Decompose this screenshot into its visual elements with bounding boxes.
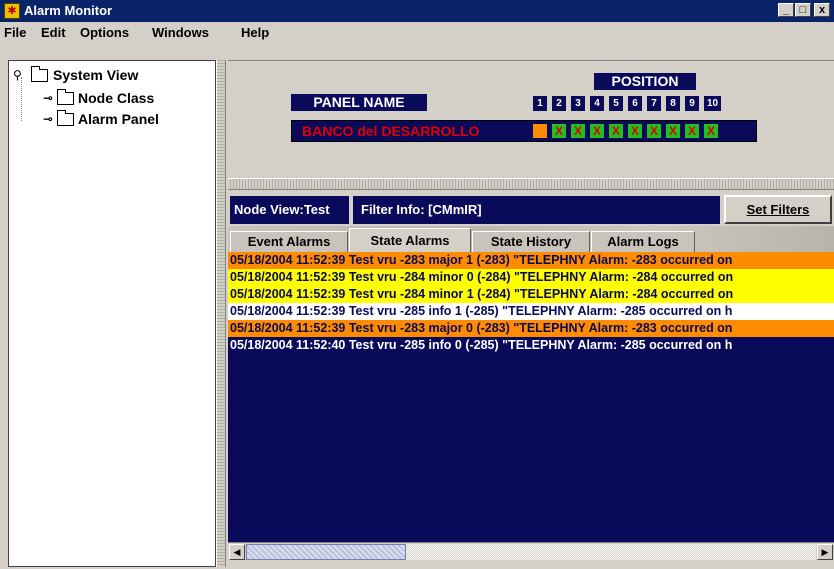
position-number: 10 xyxy=(704,96,721,111)
set-filters-label: Set Filters xyxy=(746,202,810,217)
alarm-panel-view: POSITION PANEL NAME 1 2 3 4 5 6 7 8 9 10 BANCO de… xyxy=(228,60,834,178)
horizontal-splitter[interactable] xyxy=(228,178,834,190)
position-number: 2 xyxy=(552,96,566,111)
tree-connector xyxy=(21,77,22,121)
set-filters-button[interactable]: Set Filters xyxy=(724,195,832,224)
close-button[interactable]: x xyxy=(814,3,830,17)
panel-slot[interactable]: X xyxy=(628,124,642,138)
menu-options[interactable]: Options xyxy=(80,25,129,40)
tree-collapsed-handle-icon[interactable]: ⊸ xyxy=(43,91,53,105)
position-number: 9 xyxy=(685,96,699,111)
panel-slot[interactable] xyxy=(533,124,547,138)
alarm-row[interactable]: 05/18/2004 11:52:39 Test vru -283 major … xyxy=(228,320,834,337)
minimize-button[interactable]: _ xyxy=(778,3,794,17)
position-number: 8 xyxy=(666,96,680,111)
scroll-thumb[interactable] xyxy=(246,544,406,560)
alarm-tabs: Event Alarms State Alarms State History … xyxy=(228,226,834,252)
tree-label: Alarm Panel xyxy=(78,111,159,127)
alarm-list[interactable]: 05/18/2004 11:52:39 Test vru -283 major … xyxy=(228,252,834,542)
vertical-splitter[interactable] xyxy=(216,60,226,567)
panel-slot[interactable]: X xyxy=(590,124,604,138)
panel-slot[interactable]: X xyxy=(685,124,699,138)
alarm-row[interactable]: 05/18/2004 11:52:39 Test vru -284 minor … xyxy=(228,269,834,286)
panel-name-label: PANEL NAME xyxy=(291,94,427,111)
title-bar: ✱ Alarm Monitor _ □ x xyxy=(0,0,834,22)
alarm-row[interactable]: 05/18/2004 11:52:39 Test vru -284 minor … xyxy=(228,286,834,303)
tree-collapsed-handle-icon[interactable]: ⊸ xyxy=(43,112,53,126)
position-number: 5 xyxy=(609,96,623,111)
system-tree[interactable]: ⚲ System View ⊸ Node Class ⊸ Alarm Panel xyxy=(8,60,216,567)
tab-state-history[interactable]: State History xyxy=(472,231,590,252)
app-icon[interactable]: ✱ xyxy=(4,3,20,19)
position-number: 6 xyxy=(628,96,642,111)
menu-edit[interactable]: Edit xyxy=(41,25,66,40)
tree-label: Node Class xyxy=(78,90,155,106)
folder-icon xyxy=(57,89,74,105)
position-label: POSITION xyxy=(594,73,696,90)
alarm-row[interactable]: 05/18/2004 11:52:40 Test vru -285 info 0… xyxy=(228,337,834,354)
panel-slot[interactable]: X xyxy=(647,124,661,138)
tab-event-alarms[interactable]: Event Alarms xyxy=(230,231,348,252)
panel-slot[interactable]: X xyxy=(609,124,623,138)
folder-icon xyxy=(31,66,48,82)
position-number: 7 xyxy=(647,96,661,111)
node-view-label: Node View:Test xyxy=(230,196,349,224)
alarm-row[interactable]: 05/18/2004 11:52:39 Test vru -285 info 1… xyxy=(228,303,834,320)
position-number: 3 xyxy=(571,96,585,111)
menu-bar: File Edit Options Windows Help xyxy=(0,22,834,42)
scroll-track[interactable] xyxy=(246,544,816,560)
folder-icon xyxy=(57,110,74,126)
panel-row[interactable]: BANCO del DESARROLLO XXXXXXXXX xyxy=(291,120,757,142)
scroll-left-icon[interactable]: ◀ xyxy=(229,544,245,560)
panel-slot[interactable]: X xyxy=(704,124,718,138)
tree-expanded-handle-icon[interactable]: ⚲ xyxy=(13,68,22,82)
window-title: Alarm Monitor xyxy=(24,3,113,18)
bottom-strip xyxy=(228,560,834,569)
tab-alarm-logs[interactable]: Alarm Logs xyxy=(591,231,695,252)
menu-help[interactable]: Help xyxy=(241,25,269,40)
panel-slot[interactable]: X xyxy=(666,124,680,138)
position-number: 1 xyxy=(533,96,547,111)
panel-name: BANCO del DESARROLLO xyxy=(302,123,480,139)
menu-windows[interactable]: Windows xyxy=(152,25,209,40)
panel-slot[interactable]: X xyxy=(571,124,585,138)
position-number: 4 xyxy=(590,96,604,111)
tab-state-alarms[interactable]: State Alarms xyxy=(349,228,471,252)
panel-slot[interactable]: X xyxy=(552,124,566,138)
tree-label: System View xyxy=(53,67,139,83)
filter-info: Filter Info: [CMmIR] xyxy=(353,196,720,224)
node-view-bar: Node View:Test Filter Info: [CMmIR] Set … xyxy=(228,193,834,225)
horizontal-scrollbar[interactable]: ◀ ▶ xyxy=(228,542,834,560)
maximize-button[interactable]: □ xyxy=(795,3,811,17)
scroll-right-icon[interactable]: ▶ xyxy=(817,544,833,560)
menu-file[interactable]: File xyxy=(4,25,26,40)
alarm-row[interactable]: 05/18/2004 11:52:39 Test vru -283 major … xyxy=(228,252,834,269)
